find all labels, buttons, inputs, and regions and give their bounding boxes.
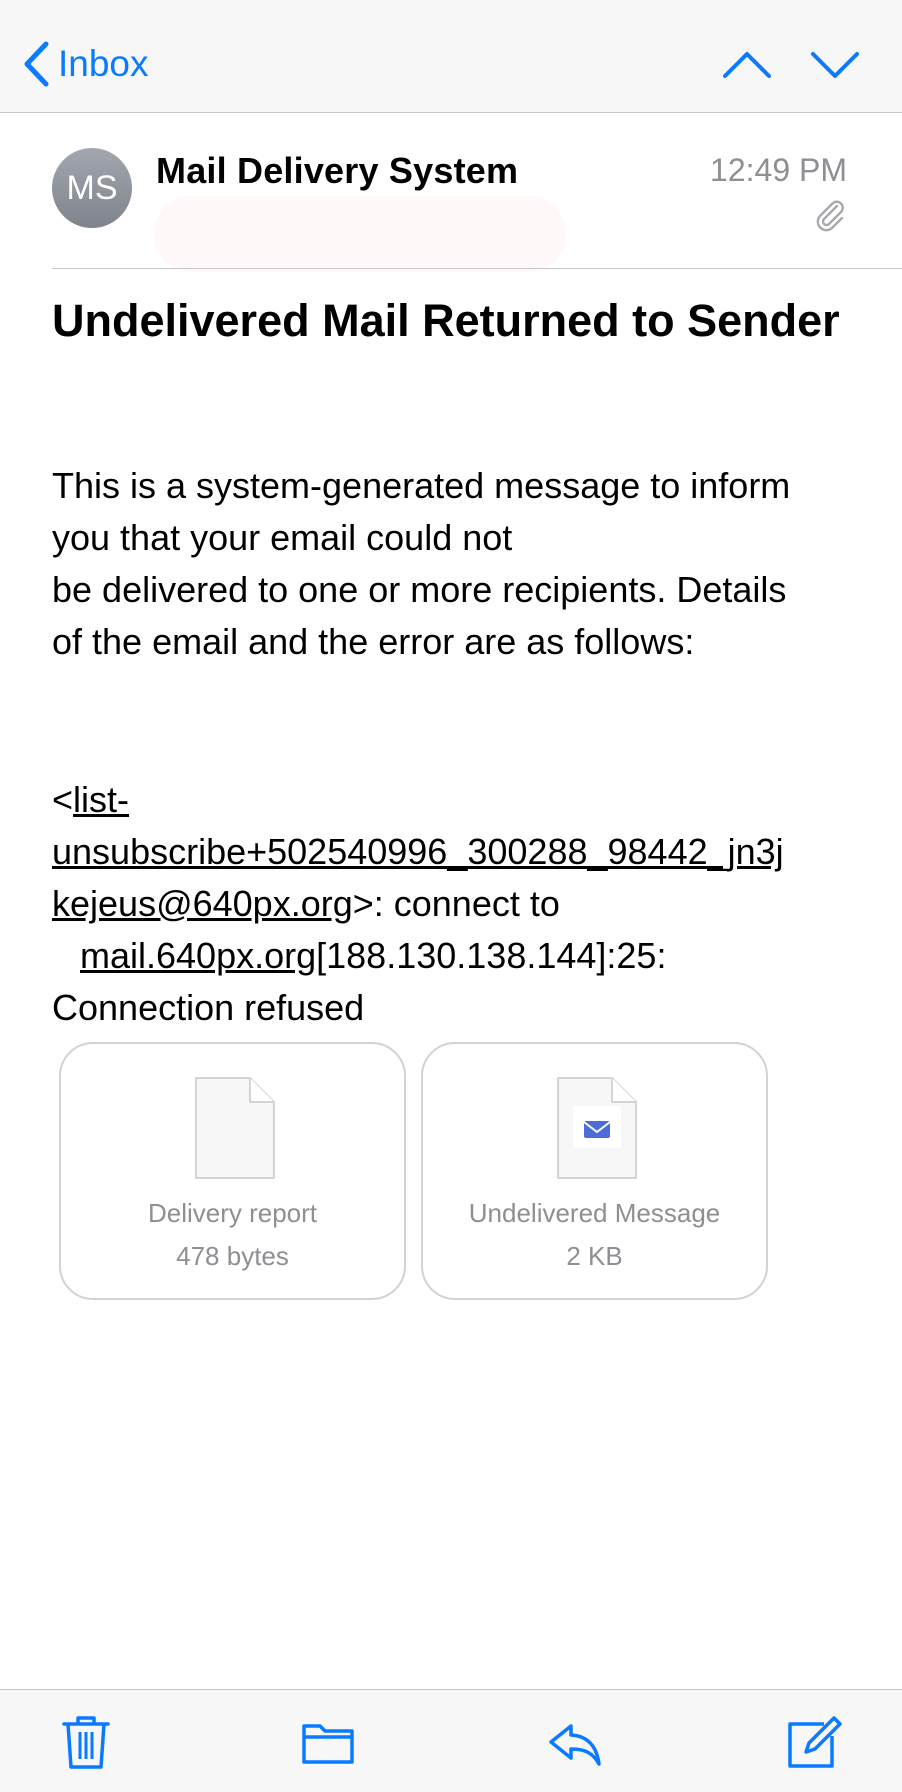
open-bracket: < [52,779,74,820]
redacted-recipient-area [154,196,566,272]
attachment-name: Delivery report [147,1198,318,1228]
mail-host-link[interactable]: mail.640px.org [80,935,316,976]
navigation-bar: Inbox [0,0,902,113]
attachment-size: 2 KB [566,1241,623,1271]
body-line: you that your email could not [52,517,513,558]
folder-icon[interactable] [298,1712,358,1772]
next-message-button[interactable] [808,40,862,88]
bottom-toolbar [0,1689,902,1792]
header-divider [52,268,902,269]
avatar[interactable]: MS [52,148,132,228]
back-label: Inbox [58,43,149,84]
compose-icon[interactable] [782,1712,842,1772]
reply-icon[interactable] [543,1712,603,1772]
body-line: This is a system-generated message to in… [52,465,791,506]
sender-name[interactable]: Mail Delivery System [156,150,518,192]
trash-icon[interactable] [56,1712,116,1772]
message-body: This is a system-generated message to in… [52,460,852,668]
error-details: <list- unsubscribe+502540996_300288_9844… [52,774,852,1034]
attachment-delivery-report[interactable]: Delivery report 478 bytes [59,1042,406,1300]
attachment-name: Undelivered Message [468,1198,721,1228]
back-to-inbox-button[interactable]: Inbox [22,38,149,90]
attachment-undelivered-message[interactable]: Undelivered Message 2 KB [421,1042,768,1300]
host-address: [188.130.138.144]:25: [316,935,667,976]
paperclip-icon [816,200,844,232]
recipient-email-link-continued[interactable]: unsubscribe+502540996_300288_98442_jn3j [52,831,784,872]
recipient-email-link-end[interactable]: kejeus@640px.org [52,883,353,924]
recipient-email-link[interactable]: list- [73,779,129,820]
sender-header: MS Mail Delivery System 12:49 PM [52,148,847,272]
email-document-icon [557,1077,637,1179]
message-time: 12:49 PM [710,152,847,188]
connect-text: >: connect to [352,883,560,924]
body-line: of the email and the error are as follow… [52,621,695,662]
document-icon [195,1077,275,1179]
body-line: be delivered to one or more recipients. … [52,569,787,610]
previous-message-button[interactable] [720,40,774,88]
connection-status: Connection refused [52,987,365,1028]
message-subject: Undelivered Mail Returned to Sender [52,295,840,346]
attachment-size: 478 bytes [176,1241,289,1271]
chevron-left-icon [24,41,49,87]
